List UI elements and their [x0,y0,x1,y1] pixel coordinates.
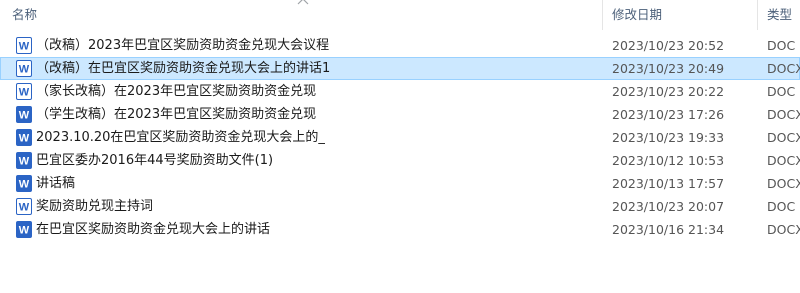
file-name[interactable]: 2023.10.20在巴宜区奖励资助资金兑现大会上的_ [36,126,325,149]
word-doc-icon: W [16,37,32,54]
file-row[interactable]: W （改稿）2023年巴宜区奖励资助资金兑现大会议程 2023/10/23 20:… [0,34,800,57]
word-doc-icon: W [16,83,32,100]
file-row[interactable]: W 奖励资助兑现主持词 2023/10/23 20:07 DOC [0,195,800,218]
column-header-type[interactable]: 类型 [767,0,800,30]
file-type: DOCX [767,130,800,145]
column-divider[interactable] [757,0,758,30]
svg-text:W: W [19,225,30,237]
file-row[interactable]: W 巴宜区委办2016年44号奖励资助文件(1) 2023/10/12 10:53 D… [0,149,800,172]
svg-text:W: W [19,202,30,214]
column-header-bar: 名称 修改日期 类型 [0,0,800,33]
file-date-modified: 2023/10/16 21:34 [612,222,725,237]
file-name[interactable]: 巴宜区委办2016年44号奖励资助文件(1) [36,149,273,172]
file-explorer-list: 名称 修改日期 类型 W （改稿）2023年巴宜区奖励资助资金兑现大会议程 202… [0,0,800,293]
file-type: DOC [767,199,796,214]
column-divider[interactable] [602,0,603,30]
file-name[interactable]: 讲话稿 [36,172,75,195]
file-date-modified: 2023/10/13 17:57 [612,176,725,191]
file-date-modified: 2023/10/23 17:26 [612,107,725,122]
file-name[interactable]: （改稿）在巴宜区奖励资助资金兑现大会上的讲话1 [36,57,330,80]
file-date-modified: 2023/10/23 20:07 [612,199,725,214]
word-docx-icon: W [16,152,32,169]
file-row[interactable]: W 2023.10.20在巴宜区奖励资助资金兑现大会上的_ 2023/10/23 1… [0,126,800,149]
file-type: DOC [767,38,796,53]
file-type: DOCX [767,61,800,76]
file-type: DOCX [767,107,800,122]
file-name[interactable]: 奖励资助兑现主持词 [36,195,153,218]
svg-text:W: W [19,41,30,53]
file-type: DOC [767,84,796,99]
word-docx-icon: W [16,221,32,238]
file-name[interactable]: （学生改稿）在2023年巴宜区奖励资助资金兑现 [36,103,316,126]
file-date-modified: 2023/10/23 19:33 [612,130,725,145]
word-docx-icon: W [16,106,32,123]
file-row[interactable]: W （家长改稿）在2023年巴宜区奖励资助资金兑现 2023/10/23 20:2… [0,80,800,103]
svg-text:W: W [19,110,30,122]
svg-text:W: W [19,156,30,168]
chevron-up-icon [297,0,309,5]
svg-text:W: W [19,64,30,76]
word-docx-icon: W [16,175,32,192]
file-name[interactable]: 在巴宜区奖励资助资金兑现大会上的讲话 [36,218,270,241]
word-doc-icon: W [16,60,32,77]
file-row[interactable]: W 讲话稿 2023/10/13 17:57 DOCX [0,172,800,195]
file-list: W （改稿）2023年巴宜区奖励资助资金兑现大会议程 2023/10/23 20:… [0,34,800,241]
file-type: DOCX [767,176,800,191]
file-row[interactable]: W 在巴宜区奖励资助资金兑现大会上的讲话 2023/10/16 21:34 DOCX [0,218,800,241]
svg-text:W: W [19,179,30,191]
file-type: DOCX [767,153,800,168]
file-row[interactable]: W （改稿）在巴宜区奖励资助资金兑现大会上的讲话1 2023/10/23 20:4… [0,57,800,80]
svg-text:W: W [19,87,30,99]
word-docx-icon: W [16,129,32,146]
file-date-modified: 2023/10/23 20:52 [612,38,725,53]
file-date-modified: 2023/10/23 20:22 [612,84,725,99]
file-date-modified: 2023/10/23 20:49 [612,61,725,76]
column-header-date-modified[interactable]: 修改日期 [612,0,752,30]
svg-text:W: W [19,133,30,145]
file-date-modified: 2023/10/12 10:53 [612,153,725,168]
file-name[interactable]: （家长改稿）在2023年巴宜区奖励资助资金兑现 [36,80,316,103]
file-type: DOCX [767,222,800,237]
file-name[interactable]: （改稿）2023年巴宜区奖励资助资金兑现大会议程 [36,34,329,57]
word-doc-icon: W [16,198,32,215]
file-row[interactable]: W （学生改稿）在2023年巴宜区奖励资助资金兑现 2023/10/23 17:2… [0,103,800,126]
